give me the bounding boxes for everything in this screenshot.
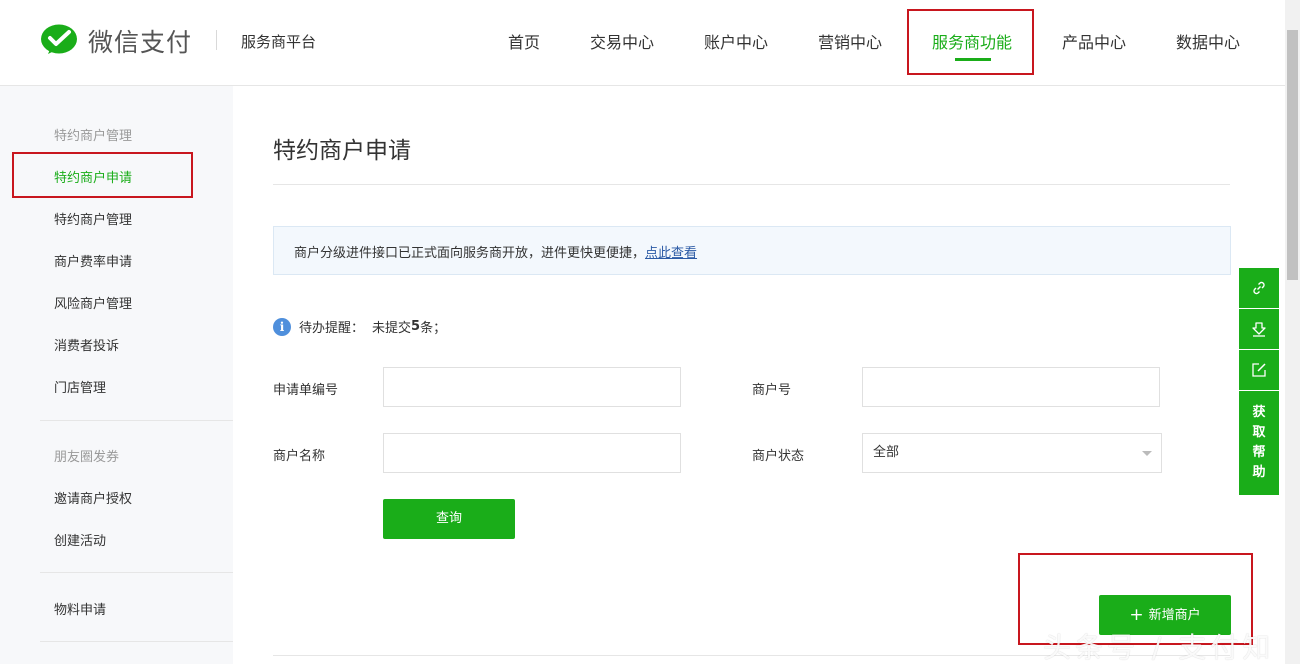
annotation-box-nav bbox=[907, 9, 1034, 75]
title-divider bbox=[273, 184, 1230, 185]
nav-accounts[interactable]: 账户中心 bbox=[704, 29, 768, 53]
sidebar-divider bbox=[40, 572, 233, 573]
top-header: 微信支付 服务商平台 首页 交易中心 账户中心 营销中心 服务商功能 产品中心 … bbox=[0, 0, 1285, 86]
chevron-down-icon bbox=[1142, 451, 1152, 456]
notice-text: 商户分级进件接口已正式面向服务商开放，进件更快更便捷， bbox=[294, 246, 646, 261]
brand-name: 微信支付 bbox=[88, 28, 193, 57]
nav-data[interactable]: 数据中心 bbox=[1176, 29, 1240, 53]
help-label-char: 取 bbox=[1252, 425, 1266, 440]
edit-icon bbox=[1252, 363, 1266, 377]
page-title: 特约商户申请 bbox=[273, 138, 411, 164]
todo-reminder: i 待办提醒： 未提交 5 条； bbox=[273, 317, 446, 336]
merchant-status-label: 商户状态 bbox=[752, 449, 805, 464]
download-icon bbox=[1252, 322, 1266, 337]
query-button[interactable]: 查询 bbox=[383, 499, 515, 539]
link-icon bbox=[1253, 281, 1265, 295]
merchant-name-input[interactable] bbox=[383, 433, 681, 473]
sidebar-item-merchant-manage[interactable]: 特约商户管理 bbox=[54, 209, 132, 228]
float-edit-button[interactable] bbox=[1239, 350, 1279, 390]
sidebar-item-risk-merchants[interactable]: 风险商户管理 bbox=[54, 293, 132, 312]
nav-marketing[interactable]: 营销中心 bbox=[818, 29, 882, 53]
sidebar-item-stores[interactable]: 门店管理 bbox=[54, 377, 106, 396]
nav-products[interactable]: 产品中心 bbox=[1062, 29, 1126, 53]
help-button[interactable]: 获 取 帮 助 bbox=[1239, 391, 1279, 495]
merchant-no-label: 商户号 bbox=[752, 383, 792, 398]
merchant-name-label: 商户名称 bbox=[273, 449, 326, 464]
nav-home[interactable]: 首页 bbox=[508, 29, 540, 53]
notice-link[interactable]: 点此查看 bbox=[645, 246, 697, 261]
todo-text: 未提交 bbox=[372, 321, 412, 336]
sidebar-item-rate-apply[interactable]: 商户费率申请 bbox=[54, 251, 132, 270]
annotation-box-sidebar bbox=[12, 152, 193, 198]
merchant-status-value: 全部 bbox=[873, 445, 900, 460]
sidebar-item-complaints[interactable]: 消费者投诉 bbox=[54, 335, 119, 354]
float-link-button[interactable] bbox=[1239, 268, 1279, 308]
todo-suffix: 条； bbox=[420, 321, 447, 336]
merchant-status-select[interactable]: 全部 bbox=[862, 433, 1162, 473]
todo-count: 5 bbox=[411, 319, 421, 334]
sidebar-item-create-activity[interactable]: 创建活动 bbox=[54, 530, 106, 549]
notice-banner: 商户分级进件接口已正式面向服务商开放，进件更快更便捷，点此查看 bbox=[273, 226, 1231, 275]
nav-transactions[interactable]: 交易中心 bbox=[590, 29, 654, 53]
sidebar-divider bbox=[40, 641, 233, 642]
application-no-input[interactable] bbox=[383, 367, 681, 407]
sidebar-item-invite-auth[interactable]: 邀请商户授权 bbox=[54, 488, 132, 507]
float-download-button[interactable] bbox=[1239, 309, 1279, 349]
platform-name: 服务商平台 bbox=[241, 33, 317, 51]
sidebar-group-merchant-mgmt: 特约商户管理 bbox=[54, 129, 133, 144]
sidebar-divider bbox=[40, 420, 233, 421]
sidebar-item-materials[interactable]: 物料申请 bbox=[54, 599, 106, 618]
wechat-pay-logo-icon bbox=[41, 24, 77, 54]
help-label-char: 获 bbox=[1252, 405, 1266, 420]
sidebar-group-moments-coupons: 朋友圈发券 bbox=[54, 450, 120, 465]
logo-separator bbox=[216, 30, 217, 50]
float-toolbar: 获 取 帮 助 bbox=[1239, 268, 1279, 495]
todo-label: 待办提醒： bbox=[299, 321, 365, 336]
help-label-char: 助 bbox=[1252, 465, 1266, 480]
help-label-char: 帮 bbox=[1252, 445, 1266, 460]
info-icon: i bbox=[273, 317, 291, 336]
scrollbar-thumb[interactable] bbox=[1287, 30, 1298, 280]
watermark: 头条号 / 支付知 bbox=[1043, 631, 1275, 664]
page: 微信支付 服务商平台 首页 交易中心 账户中心 营销中心 服务商功能 产品中心 … bbox=[0, 0, 1300, 664]
application-no-label: 申请单编号 bbox=[273, 383, 339, 398]
merchant-no-input[interactable] bbox=[862, 367, 1160, 407]
wechat-pay-logo[interactable]: 微信支付 bbox=[40, 24, 192, 58]
page-scrollbar[interactable] bbox=[1285, 0, 1300, 664]
